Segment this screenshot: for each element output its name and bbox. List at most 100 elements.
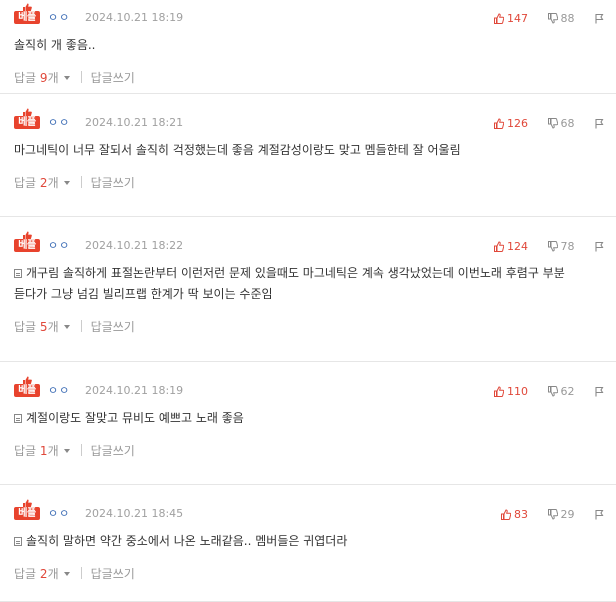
vote-area: 83 29 [501, 508, 604, 522]
reply-count-suffix: 개 [47, 567, 59, 581]
like-count: 83 [514, 508, 528, 521]
comment-author[interactable]: ㅇㅇ [48, 508, 70, 520]
dislike-count: 29 [560, 508, 575, 521]
like-button[interactable]: 124 [494, 240, 544, 254]
best-comment-badge: 베플 [14, 3, 40, 25]
divider [80, 71, 82, 83]
reply-label: 답글 [14, 320, 37, 334]
like-icon [501, 509, 511, 520]
like-button[interactable]: 110 [494, 385, 544, 399]
like-button[interactable]: 83 [501, 508, 544, 522]
vote-area: 126 68 [494, 117, 604, 131]
reply-count-suffix: 개 [47, 176, 59, 190]
reply-count-suffix: 개 [47, 71, 59, 85]
dislike-button[interactable]: 68 [547, 117, 591, 131]
comment-author[interactable]: ㅇㅇ [48, 12, 70, 24]
chevron-down-icon [63, 76, 70, 80]
best-comment-badge: 베플 [14, 231, 40, 253]
like-button[interactable]: 126 [494, 117, 544, 131]
best-label: 베플 [14, 507, 40, 520]
best-comment-badge: 베플 [14, 376, 40, 398]
best-comment-badge: 베플 [14, 108, 40, 130]
divider [80, 320, 82, 332]
comment-item: 베플 ㅇㅇ 2024.10.21 18:19 147 88 솔직히 개 좋음..… [0, 0, 616, 94]
reply-label: 답글 [14, 176, 37, 190]
comment-body: 솔직히 말하면 약간 중소에서 나온 노래같음.. 멤버들은 귀엽더라 [26, 534, 348, 548]
comment-author[interactable]: ㅇㅇ [48, 117, 70, 129]
dislike-button[interactable]: 88 [547, 12, 591, 26]
reply-count: 1 [39, 444, 48, 458]
dislike-count: 68 [560, 117, 575, 130]
like-count: 147 [507, 12, 528, 25]
dislike-count: 62 [560, 385, 575, 398]
comment-footer: 답글 1개 답글쓰기 [14, 429, 604, 459]
reply-count-suffix: 개 [47, 444, 59, 458]
report-icon [595, 509, 604, 520]
like-icon [494, 241, 504, 252]
dislike-count: 78 [560, 240, 575, 253]
comment-body: 계절이랑도 잘맞고 뮤비도 예쁘고 노래 좋음 [26, 411, 244, 425]
report-button[interactable] [594, 240, 604, 254]
comment-footer: 답글 9개 답글쓰기 [14, 56, 604, 86]
comment-author[interactable]: ㅇㅇ [48, 240, 70, 252]
divider [80, 444, 82, 456]
best-label: 베플 [14, 116, 40, 129]
write-reply-button[interactable]: 답글쓰기 [91, 567, 135, 581]
comment-body: 개구림 솔직하게 표절논란부터 이런저런 문제 있을때도 마그네틱은 계속 생각… [14, 266, 565, 301]
comment-body: 마그네틱이 너무 잘되서 솔직히 걱정했는데 좋음 계절감성이랑도 맞고 멤들한… [14, 143, 461, 157]
report-button[interactable] [594, 12, 604, 26]
reply-count-suffix: 개 [47, 320, 59, 334]
comment-date: 2024.10.21 18:21 [85, 116, 184, 129]
reply-label: 답글 [14, 444, 37, 458]
comment-text: 솔직히 말하면 약간 중소에서 나온 노래같음.. 멤버들은 귀엽더라 [14, 522, 604, 552]
comment-footer: 답글 5개 답글쓰기 [14, 305, 604, 335]
like-button[interactable]: 147 [494, 12, 544, 26]
comment-header: 베플 ㅇㅇ 2024.10.21 18:19 110 62 [14, 373, 604, 399]
dislike-count: 88 [560, 12, 575, 25]
comment-footer: 답글 2개 답글쓰기 [14, 161, 604, 191]
best-label: 베플 [14, 11, 40, 24]
reply-count: 2 [39, 567, 48, 581]
write-reply-button[interactable]: 답글쓰기 [91, 444, 135, 458]
comment-text: 마그네틱이 너무 잘되서 솔직히 걱정했는데 좋음 계절감성이랑도 맞고 멤들한… [14, 131, 604, 161]
reply-toggle-button[interactable]: 답글 1개 [14, 444, 70, 458]
comment-date: 2024.10.21 18:19 [85, 11, 184, 24]
reply-toggle-button[interactable]: 답글 2개 [14, 176, 70, 190]
like-count: 124 [507, 240, 528, 253]
comment-text: 솔직히 개 좋음.. [14, 26, 604, 56]
chevron-down-icon [63, 449, 70, 453]
reply-toggle-button[interactable]: 답글 9개 [14, 71, 70, 85]
comment-header: 베플 ㅇㅇ 2024.10.21 18:19 147 88 [14, 0, 604, 26]
dislike-icon [547, 13, 558, 24]
write-reply-button[interactable]: 답글쓰기 [91, 176, 135, 190]
dislike-button[interactable]: 62 [547, 385, 591, 399]
report-button[interactable] [594, 385, 604, 399]
comment-author[interactable]: ㅇㅇ [48, 385, 70, 397]
report-button[interactable] [594, 117, 604, 131]
divider [80, 176, 82, 188]
comment-body: 솔직히 개 좋음.. [14, 38, 96, 52]
reply-count: 2 [39, 176, 48, 190]
dislike-icon [547, 118, 558, 129]
dislike-button[interactable]: 78 [547, 240, 591, 254]
chevron-down-icon [63, 181, 70, 185]
reply-toggle-button[interactable]: 답글 5개 [14, 320, 70, 334]
like-count: 126 [507, 117, 528, 130]
write-reply-button[interactable]: 답글쓰기 [91, 71, 135, 85]
write-reply-button[interactable]: 답글쓰기 [91, 320, 135, 334]
comment-item: 베플 ㅇㅇ 2024.10.21 18:22 124 78 개구림 솔직하게 표… [0, 228, 616, 362]
best-comment-badge: 베플 [14, 499, 40, 521]
dislike-button[interactable]: 29 [547, 508, 591, 522]
report-icon [595, 13, 604, 24]
like-count: 110 [507, 385, 528, 398]
attachment-icon [14, 269, 22, 278]
vote-area: 110 62 [494, 385, 604, 399]
report-button[interactable] [594, 508, 604, 522]
attachment-icon [14, 537, 22, 546]
comment-date: 2024.10.21 18:45 [85, 507, 184, 520]
like-icon [494, 386, 504, 397]
attachment-icon [14, 414, 22, 423]
comment-item: 베플 ㅇㅇ 2024.10.21 18:19 110 62 계절이랑도 잘맞고 … [0, 373, 616, 485]
comment-text: 개구림 솔직하게 표절논란부터 이런저런 문제 있을때도 마그네틱은 계속 생각… [14, 254, 604, 305]
reply-toggle-button[interactable]: 답글 2개 [14, 567, 70, 581]
